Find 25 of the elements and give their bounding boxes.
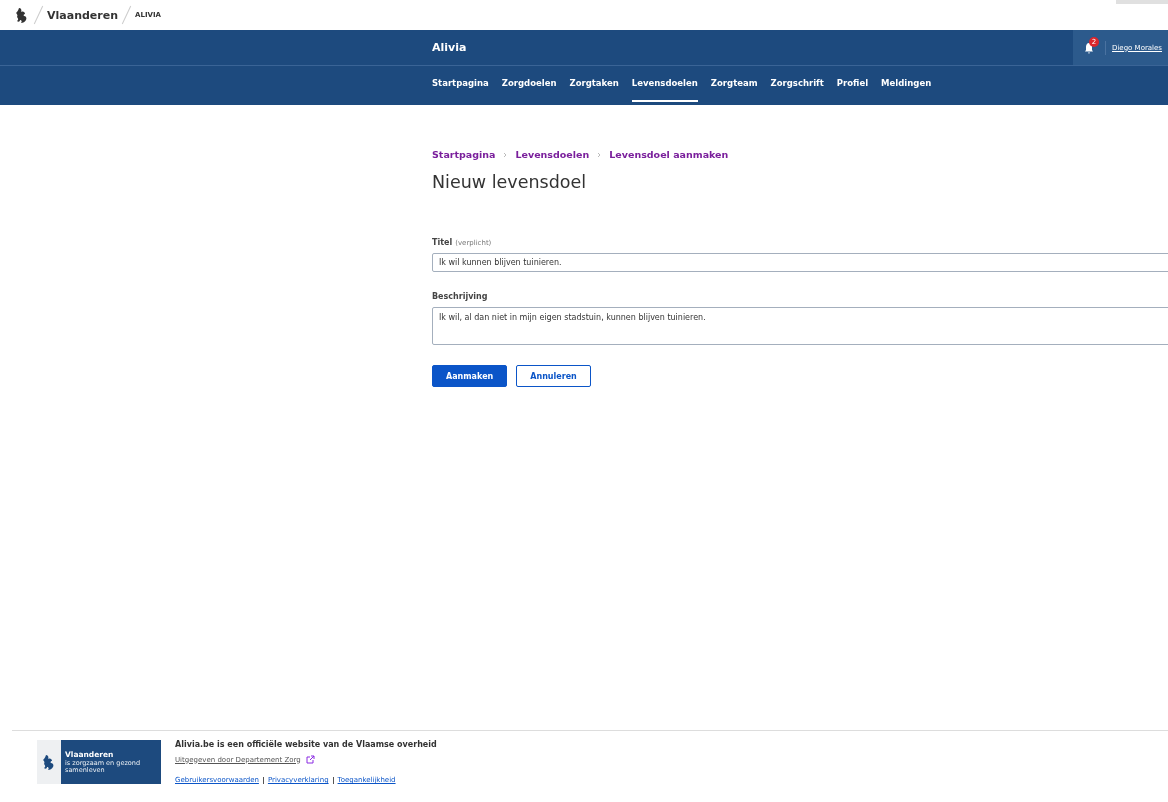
site-title[interactable]: Alivia xyxy=(432,41,467,54)
nav-tab[interactable]: Zorgschrift xyxy=(770,66,824,102)
nav-tab[interactable]: Zorgdoelen xyxy=(501,66,557,102)
brand-name[interactable]: Vlaanderen xyxy=(47,8,118,22)
nav-tab[interactable]: Profiel xyxy=(836,66,869,102)
create-button[interactable]: Aanmaken xyxy=(432,365,508,387)
field-label: Beschrijving xyxy=(432,292,488,301)
description-textarea[interactable]: Ik wil, al dan niet in mijn eigen stadstuin, kunnen blijven tuinieren. xyxy=(432,307,1168,345)
external-link-icon xyxy=(305,755,315,764)
field-label: Titel xyxy=(432,238,453,247)
cancel-button[interactable]: Annuleren xyxy=(516,365,591,387)
nav-tab[interactable]: Levensdoelen xyxy=(631,66,698,102)
page-heading: Nieuw levensdoel xyxy=(432,172,588,192)
breadcrumb-link[interactable]: Levensdoel aanmaken xyxy=(609,149,729,160)
title-input[interactable]: Ik wil kunnen blijven tuinieren. xyxy=(432,253,1168,272)
nav-tab[interactable]: Meldingen xyxy=(881,66,932,102)
chevron-icon xyxy=(597,151,602,158)
nav-tab[interactable]: Zorgteam xyxy=(710,66,758,102)
nav-tab[interactable]: Zorgtaken xyxy=(569,66,619,102)
bell-icon[interactable] xyxy=(1083,41,1095,54)
chevron-icon xyxy=(503,151,508,158)
nav-tab[interactable]: Startpagina xyxy=(432,66,489,102)
breadcrumb-link[interactable]: Startpagina xyxy=(432,149,496,160)
footer-statement: Alivia.be is een officiële website van de Vlaamse overheid xyxy=(175,740,437,749)
breadcrumb-link[interactable]: Levensdoelen xyxy=(515,149,590,160)
